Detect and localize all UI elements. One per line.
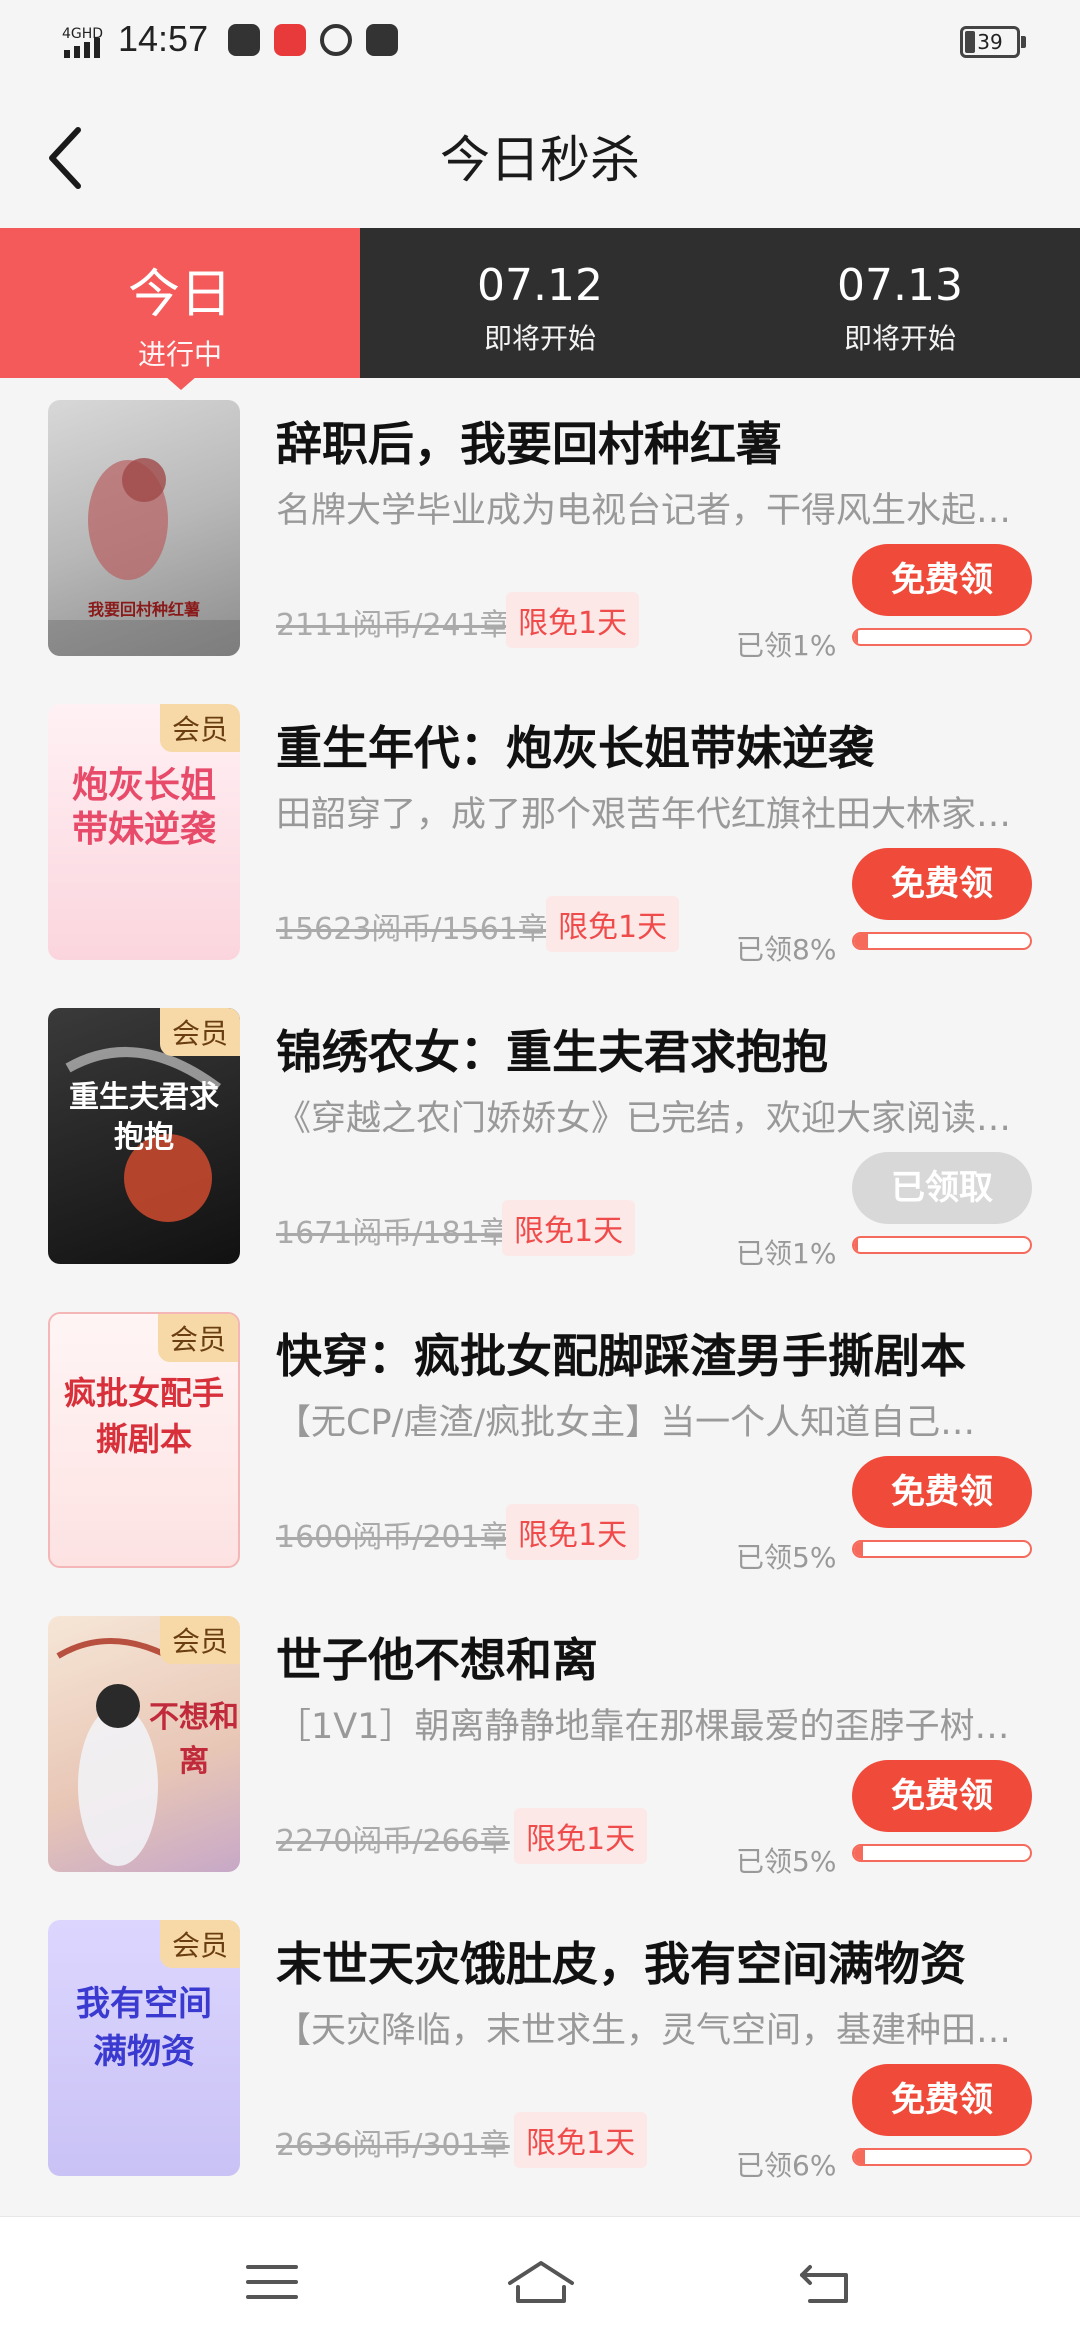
- tab-today[interactable]: 今日 进行中: [0, 228, 360, 378]
- claimed-percent: 已领8%: [736, 933, 837, 966]
- claim-progress: [852, 2148, 1032, 2166]
- book-description: 【无CP/虐渣/疯批女主】当一个人知道自己…: [276, 1403, 976, 1443]
- claim-progress: [852, 1540, 1032, 1558]
- clock: 14:57: [118, 18, 209, 59]
- vip-badge: 会员: [159, 1008, 240, 1056]
- original-price: 2111阅币/241章: [276, 608, 510, 643]
- notification-icons: [228, 24, 398, 56]
- book-title[interactable]: 世子他不想和离: [276, 1624, 598, 1690]
- claim-progress: [852, 1236, 1032, 1254]
- book-title[interactable]: 末世天灾饿肚皮，我有空间满物资: [276, 1928, 966, 1994]
- original-price: 1671阅币/181章: [276, 1216, 510, 1251]
- tab-label: 07.12: [477, 260, 603, 311]
- tab-status: 进行中: [137, 338, 222, 371]
- battery-level: 39: [977, 30, 1003, 54]
- cover-title: 重生夫君求抱抱: [69, 1080, 219, 1155]
- book-title[interactable]: 快穿：疯批女配脚踩渣男手撕剧本: [276, 1320, 966, 1386]
- claimed-percent: 已领5%: [736, 1845, 837, 1878]
- book-cover[interactable]: 我有空间满物资 会员: [48, 1920, 240, 2176]
- app-notification-icon: [228, 24, 260, 56]
- tab-label: 07.13: [837, 260, 963, 311]
- book-description: 【天灾降临，末世求生，灵气空间，基建种田…: [276, 2011, 1012, 2051]
- book-cover[interactable]: 疯批女配手撕剧本 会员: [48, 1312, 240, 1568]
- book-title[interactable]: 重生年代：炮灰长姐带妹逆袭: [276, 712, 874, 778]
- tab-label: 今日: [127, 265, 232, 325]
- app-notification-icon: [366, 24, 398, 56]
- book-title[interactable]: 锦绣农女：重生夫君求抱抱: [276, 1016, 828, 1082]
- app-notification-icon: [274, 24, 306, 56]
- date-tabs: 今日 进行中 07.12 即将开始 07.13 即将开始: [0, 228, 1080, 378]
- battery-icon: 39: [960, 26, 1020, 58]
- claim-progress: [852, 1844, 1032, 1862]
- claimed-percent: 已领5%: [736, 1541, 837, 1574]
- vip-badge: 会员: [157, 1314, 238, 1362]
- tab-0712[interactable]: 07.12 即将开始: [360, 228, 720, 378]
- free-tag: 限免1天: [514, 1808, 648, 1864]
- free-tag: 限免1天: [506, 592, 640, 648]
- back-nav-icon[interactable]: [796, 2257, 856, 2307]
- book-title[interactable]: 辞职后，我要回村种红薯: [276, 408, 782, 474]
- free-tag: 限免1天: [506, 1504, 640, 1560]
- cover-title: 疯批女配手撕剧本: [64, 1374, 225, 1458]
- claimed-percent: 已领1%: [736, 629, 837, 662]
- original-price: 2636阅币/301章: [276, 2128, 510, 2163]
- list-item[interactable]: 我有空间满物资 会员 末世天灾饿肚皮，我有空间满物资 【天灾降临，末世求生，灵气…: [0, 1898, 1080, 2202]
- vip-badge: 会员: [159, 704, 240, 752]
- list-item[interactable]: 炮灰长姐带妹逆袭 会员 重生年代：炮灰长姐带妹逆袭 田韶穿了，成了那个艰苦年代红…: [0, 682, 1080, 986]
- free-tag: 限免1天: [502, 1200, 636, 1256]
- signal-icon: 4GHD: [62, 26, 103, 58]
- original-price: 2270阅币/266章: [276, 1824, 510, 1859]
- claim-button[interactable]: 免费领: [852, 544, 1032, 616]
- menu-icon[interactable]: [242, 2257, 302, 2307]
- claim-button[interactable]: 免费领: [852, 2064, 1032, 2136]
- claim-button[interactable]: 免费领: [852, 848, 1032, 920]
- book-description: ［1V1］朝离静静地靠在那棵最爱的歪脖子树…: [276, 1707, 1010, 1747]
- tab-status: 即将开始: [483, 322, 596, 355]
- book-cover[interactable]: 重生夫君求抱抱 会员: [48, 1008, 240, 1264]
- status-bar: 4GHD 14:57 39: [0, 0, 1080, 80]
- book-description: 《穿越之农门娇娇女》已完结，欢迎大家阅读…: [276, 1099, 1012, 1139]
- claimed-percent: 已领1%: [736, 1237, 837, 1270]
- tab-status: 即将开始: [843, 322, 956, 355]
- claim-progress: [852, 628, 1032, 646]
- original-price: 15623阅币/1561章: [276, 912, 548, 947]
- home-icon[interactable]: [506, 2257, 576, 2307]
- free-tag: 限免1天: [514, 2112, 648, 2168]
- claim-button[interactable]: 免费领: [852, 1456, 1032, 1528]
- claimed-percent: 已领6%: [736, 2149, 837, 2182]
- vip-badge: 会员: [159, 1920, 240, 1968]
- list-item[interactable]: 疯批女配手撕剧本 会员 快穿：疯批女配脚踩渣男手撕剧本 【无CP/虐渣/疯批女主…: [0, 1290, 1080, 1594]
- page-title: 今日秒杀: [440, 131, 640, 189]
- list-item[interactable]: 重生夫君求抱抱 会员 锦绣农女：重生夫君求抱抱 《穿越之农门娇娇女》已完结，欢迎…: [0, 986, 1080, 1290]
- book-description: 田韶穿了，成了那个艰苦年代红旗社田大林家…: [276, 795, 1012, 835]
- weibo-icon: [320, 24, 352, 56]
- book-cover[interactable]: 炮灰长姐带妹逆袭 会员: [48, 704, 240, 960]
- cover-title: 不想和离: [149, 1700, 239, 1779]
- book-description: 名牌大学毕业成为电视台记者，干得风生水起…: [276, 491, 1012, 531]
- list-item[interactable]: 我要回村种红薯 辞职后，我要回村种红薯 名牌大学毕业成为电视台记者，干得风生水起…: [0, 378, 1080, 682]
- cover-title: 炮灰长姐带妹逆袭: [71, 765, 216, 850]
- book-cover[interactable]: 不想和离 会员: [48, 1616, 240, 1872]
- tab-0713[interactable]: 07.13 即将开始: [720, 228, 1080, 378]
- list-item[interactable]: 不想和离 会员 世子他不想和离 ［1V1］朝离静静地靠在那棵最爱的歪脖子树… 2…: [0, 1594, 1080, 1898]
- free-tag: 限免1天: [546, 896, 680, 952]
- cover-title: 我有空间满物资: [76, 1984, 212, 2072]
- claim-button[interactable]: 免费领: [852, 1760, 1032, 1832]
- claimed-button[interactable]: 已领取: [852, 1152, 1032, 1224]
- book-cover[interactable]: 我要回村种红薯: [48, 400, 240, 656]
- claim-progress: [852, 932, 1032, 950]
- vip-badge: 会员: [159, 1616, 240, 1664]
- system-nav-bar: [0, 2216, 1080, 2340]
- title-bar: 今日秒杀: [0, 80, 1080, 228]
- original-price: 1600阅币/201章: [276, 1520, 510, 1555]
- battery-tip: [1021, 36, 1026, 48]
- cover-title: 我要回村种红薯: [87, 600, 200, 619]
